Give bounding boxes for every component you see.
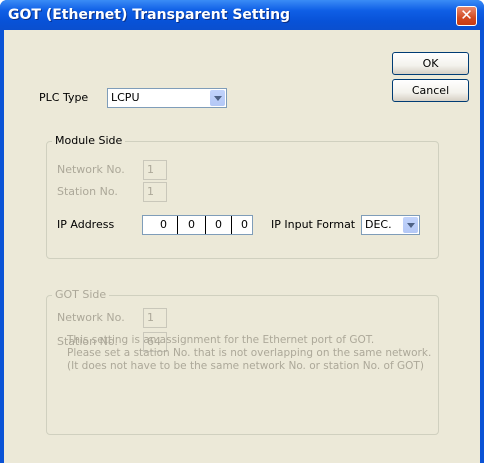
ip-address-field[interactable]: 0 0 0 0 [142,215,253,235]
got-side-legend: GOT Side [52,288,110,301]
ip-octet-4[interactable]: 0 [232,218,248,231]
chevron-down-icon[interactable] [403,217,418,233]
plc-type-label: PLC Type [39,91,89,104]
module-side-group [46,141,439,259]
ip-input-format-value: DEC. [365,218,392,231]
close-button[interactable]: ✕ [456,6,477,26]
ip-octet-3[interactable]: 0 [206,218,222,231]
chevron-down-icon[interactable] [210,90,225,106]
close-icon: ✕ [460,6,473,24]
plc-type-select[interactable]: LCPU [107,88,227,108]
got-network-field: 1 [143,308,167,328]
note-line: (It does not have to be the same network… [67,360,424,372]
ip-address-label: IP Address [57,218,115,231]
module-network-label: Network No. [57,163,125,176]
ip-input-format-label: IP Input Format [271,218,356,231]
module-station-field: 1 [143,182,167,202]
ip-input-format-select[interactable]: DEC. [361,215,420,235]
ip-divider [177,216,178,234]
ip-octet-1[interactable]: 0 [151,218,167,231]
got-network-label: Network No. [57,311,125,324]
module-station-label: Station No. [57,185,118,198]
window-title: GOT (Ethernet) Transparent Setting [8,7,291,23]
cancel-button[interactable]: Cancel [392,79,469,102]
note-line: This setting is an assignment for the Et… [67,334,375,346]
module-side-legend: Module Side [52,134,126,147]
ok-button[interactable]: OK [392,52,469,75]
note-line: Please set a station No. that is not ove… [67,347,432,359]
plc-type-value: LCPU [111,91,140,104]
got-side-note: This setting is an assignment for the Et… [67,334,431,373]
module-network-field: 1 [143,160,167,180]
dialog-client-area: OK Cancel PLC Type LCPU Module Side Netw… [4,30,480,463]
title-bar[interactable]: GOT (Ethernet) Transparent Setting ✕ [0,0,484,30]
ip-octet-2[interactable]: 0 [179,218,195,231]
